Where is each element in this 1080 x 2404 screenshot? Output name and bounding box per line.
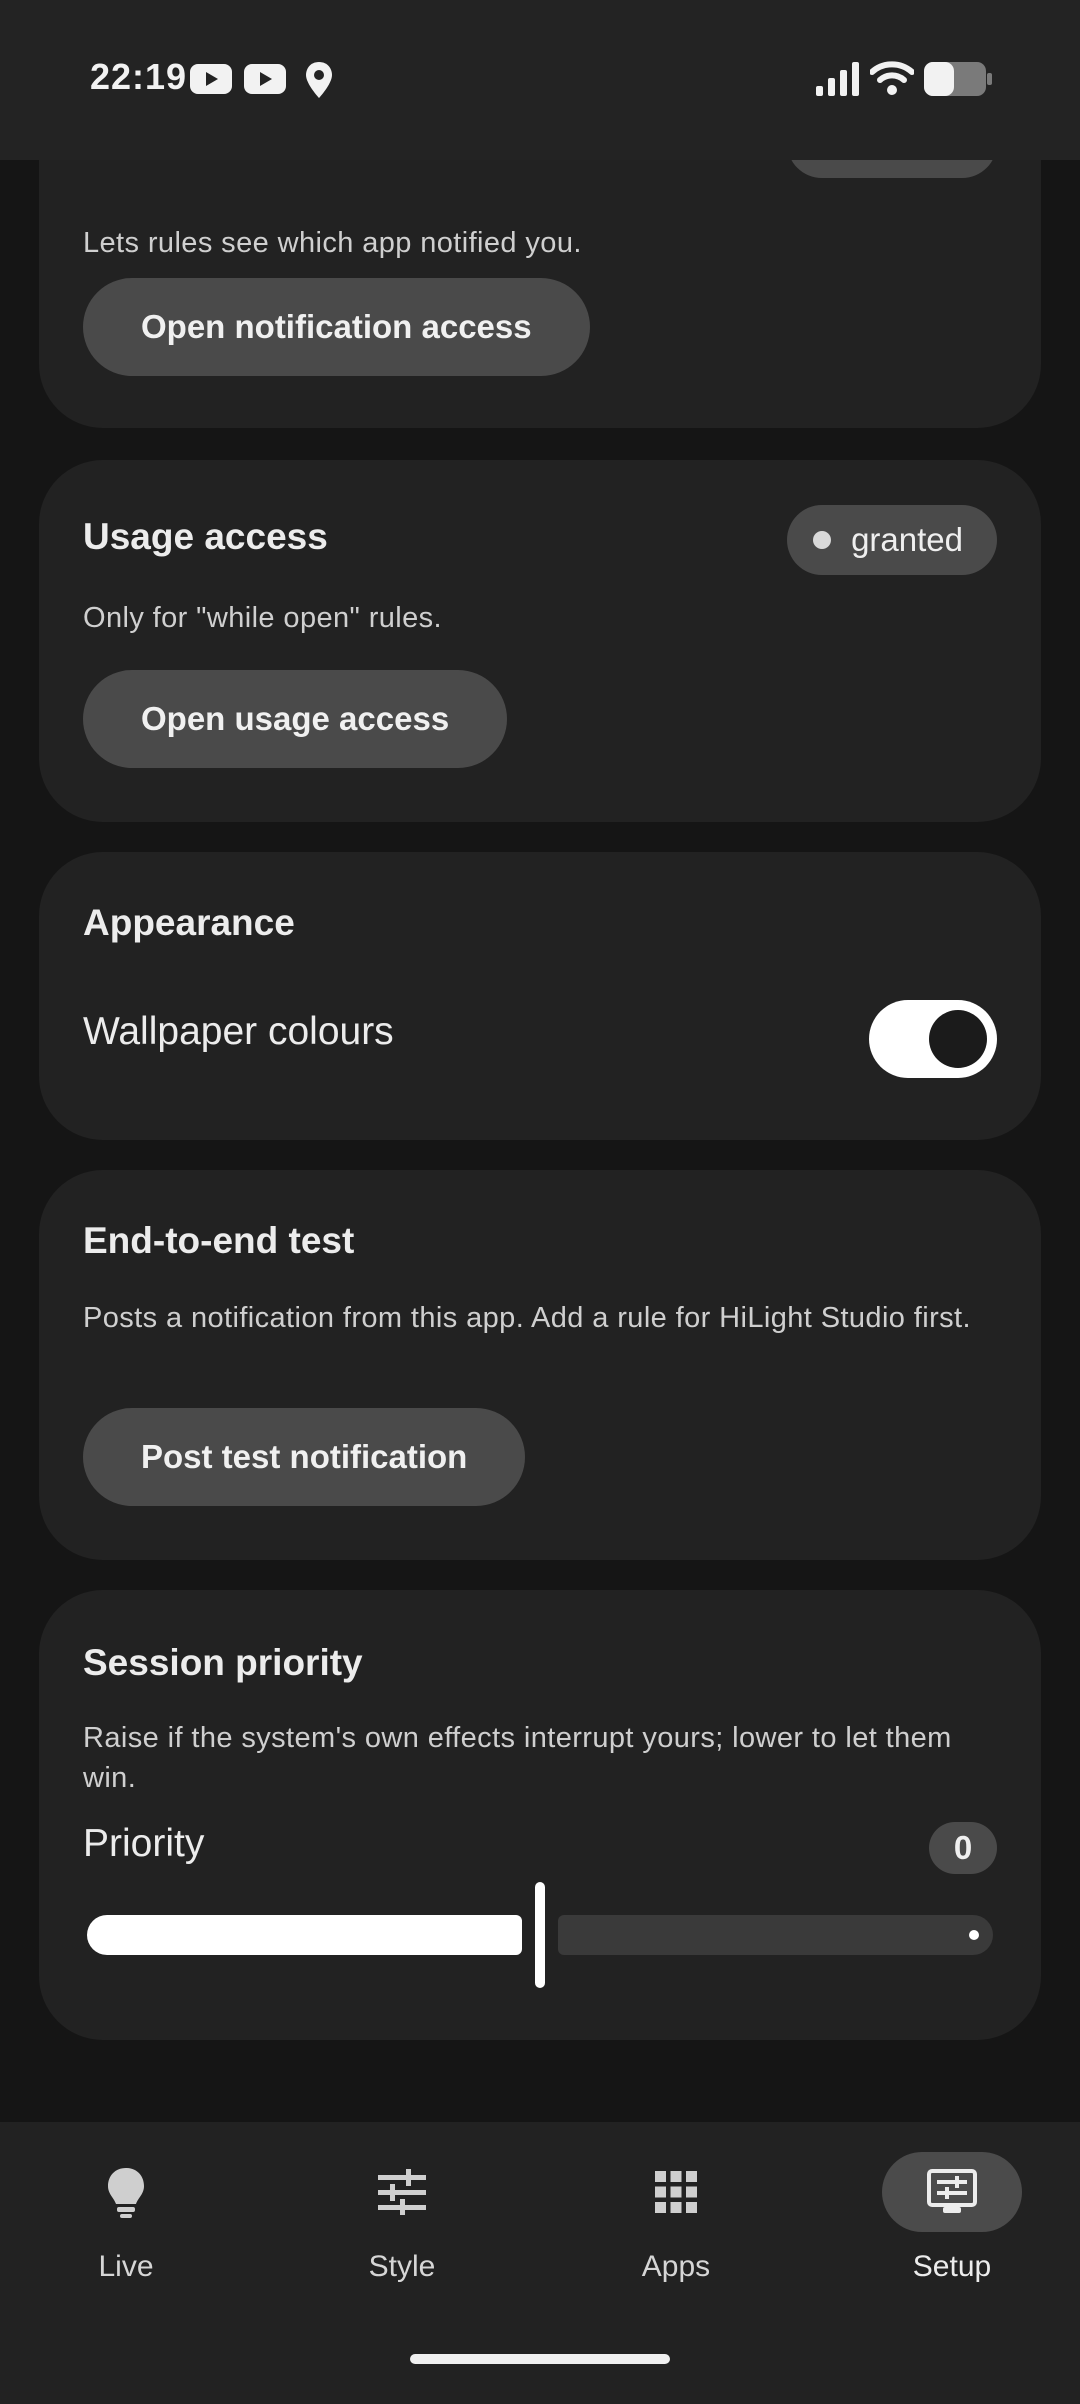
slider-inactive-track bbox=[558, 1915, 993, 1955]
nav-label-setup: Setup bbox=[912, 2250, 992, 2283]
appearance-card: Appearance Wallpaper colours bbox=[39, 852, 1041, 1140]
nav-item-style[interactable]: Style bbox=[302, 2152, 502, 2284]
status-dot-icon bbox=[813, 531, 832, 549]
priority-slider[interactable] bbox=[87, 1880, 993, 1990]
youtube-icon bbox=[190, 64, 232, 94]
session-priority-title: Session priority bbox=[83, 1642, 363, 1683]
end-to-end-test-card: End-to-end test Posts a notification fro… bbox=[39, 1170, 1041, 1560]
end-to-end-test-description: Posts a notification from this app. Add … bbox=[83, 1302, 971, 1334]
nav-item-apps[interactable]: Apps bbox=[576, 2152, 776, 2284]
status-time: 22:19 bbox=[90, 56, 188, 97]
session-priority-description: Raise if the system's own effects interr… bbox=[83, 1722, 952, 1794]
appearance-title: Appearance bbox=[83, 902, 295, 943]
priority-value-badge: 0 bbox=[929, 1822, 997, 1874]
status-badge: granted bbox=[787, 505, 997, 575]
wifi-icon bbox=[870, 61, 914, 95]
post-test-notification-button[interactable]: Post test notification bbox=[83, 1408, 526, 1506]
status-bar: 22:19 bbox=[0, 0, 1080, 160]
session-priority-card: Session priority Raise if the system's o… bbox=[39, 1590, 1041, 2040]
toggle-knob bbox=[929, 1010, 987, 1068]
setup-icon bbox=[927, 2169, 977, 2213]
nav-icon-container bbox=[606, 2152, 746, 2232]
wallpaper-colours-label: Wallpaper colours bbox=[83, 1010, 394, 1053]
slider-thumb[interactable] bbox=[535, 1882, 545, 1988]
end-to-end-test-title: End-to-end test bbox=[83, 1220, 355, 1261]
open-notification-access-button[interactable]: Open notification access bbox=[83, 278, 590, 376]
usage-access-description: Only for "while open" rules. bbox=[83, 602, 443, 634]
usage-access-card: Usage access granted Only for "while ope… bbox=[39, 460, 1041, 822]
home-indicator bbox=[410, 2354, 670, 2364]
slider-end-dot-icon bbox=[969, 1930, 979, 1940]
lightbulb-icon bbox=[108, 2168, 144, 2218]
location-icon bbox=[306, 62, 332, 98]
open-usage-access-button[interactable]: Open usage access bbox=[83, 670, 508, 768]
nav-label-live: Live bbox=[98, 2250, 154, 2283]
signal-icon bbox=[816, 62, 859, 96]
nav-item-live[interactable]: Live bbox=[26, 2152, 226, 2284]
priority-label: Priority bbox=[83, 1822, 205, 1865]
status-badge-label: granted bbox=[851, 521, 963, 558]
youtube-icon bbox=[244, 64, 286, 94]
grid-icon bbox=[655, 2171, 697, 2213]
nav-item-setup[interactable]: Setup bbox=[852, 2152, 1052, 2284]
nav-icon-container bbox=[56, 2152, 196, 2232]
slider-active-track bbox=[87, 1915, 522, 1955]
wallpaper-colours-toggle[interactable] bbox=[869, 1000, 997, 1078]
battery-icon bbox=[924, 62, 992, 96]
usage-access-title: Usage access bbox=[83, 516, 328, 557]
nav-label-style: Style bbox=[368, 2250, 436, 2283]
sliders-icon bbox=[378, 2169, 426, 2215]
nav-icon-container-active bbox=[882, 2152, 1022, 2232]
nav-icon-container bbox=[332, 2152, 472, 2232]
nav-label-apps: Apps bbox=[641, 2250, 711, 2283]
notification-access-description: Lets rules see which app notified you. bbox=[83, 227, 582, 259]
